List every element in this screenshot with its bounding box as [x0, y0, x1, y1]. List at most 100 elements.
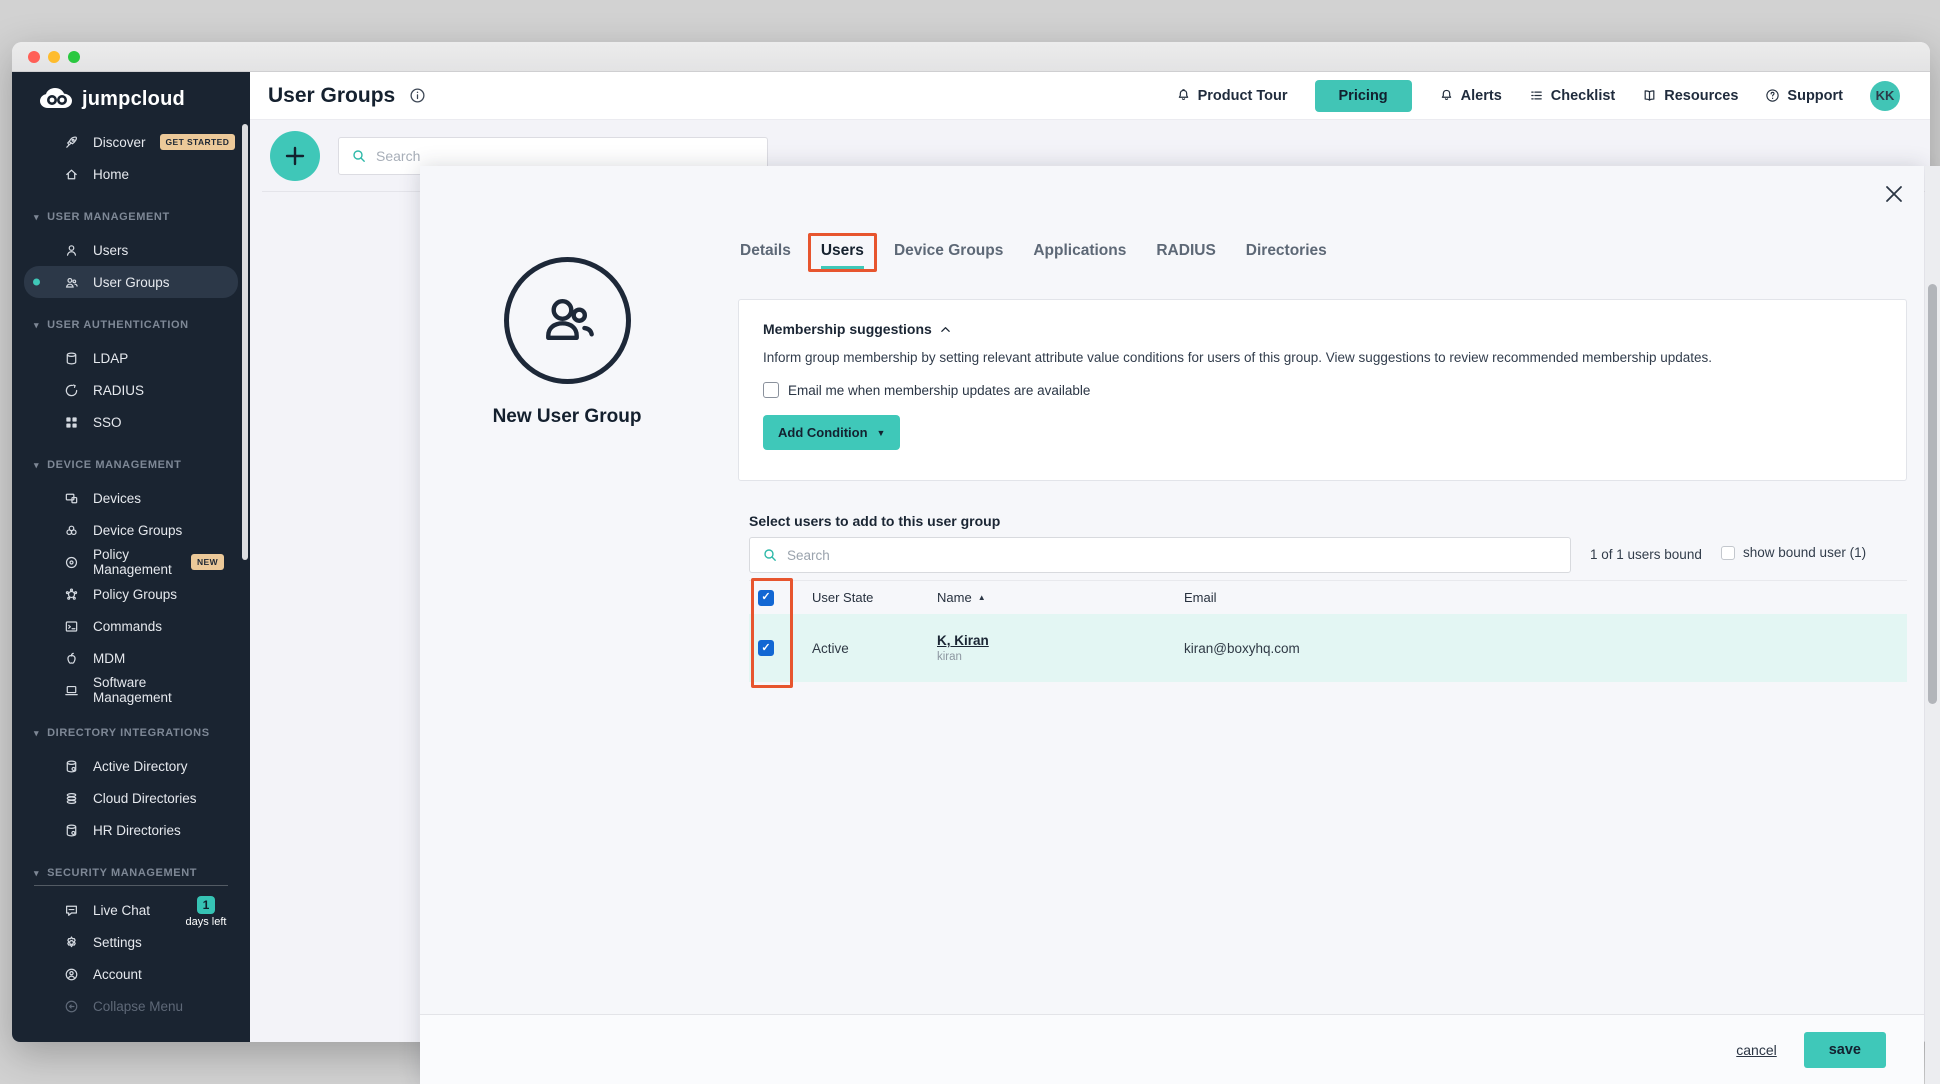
sidebar-item-discover[interactable]: Discover GET STARTED	[24, 126, 238, 158]
info-icon[interactable]	[409, 87, 426, 104]
alerts-button[interactable]: Alerts	[1439, 88, 1502, 104]
devices-icon	[64, 491, 79, 506]
window-scrollbar[interactable]	[1925, 166, 1940, 1084]
user-search-box[interactable]	[749, 537, 1571, 573]
email-updates-option: Email me when membership updates are ava…	[763, 382, 1882, 398]
user-state-cell: Active	[812, 641, 937, 656]
add-user-group-button[interactable]	[270, 131, 320, 181]
sidebar-item-label: LDAP	[93, 351, 128, 366]
sidebar-item-label: Discover	[93, 135, 146, 150]
row-checkbox[interactable]: ✓	[758, 640, 774, 656]
chevron-down-icon: ▾	[34, 460, 39, 471]
show-bound-label: show bound user (1)	[1743, 545, 1866, 560]
tab-device-groups[interactable]: Device Groups	[894, 242, 1003, 269]
sidebar-section-device-management[interactable]: ▾ DEVICE MANAGEMENT	[12, 448, 250, 482]
sidebar-section-directory-integrations[interactable]: ▾ DIRECTORY INTEGRATIONS	[12, 716, 250, 750]
close-icon[interactable]	[1882, 182, 1906, 206]
laptop-icon	[64, 683, 79, 698]
column-user-state[interactable]: User State	[812, 590, 937, 605]
save-button[interactable]: save	[1804, 1032, 1886, 1068]
select-users-title: Select users to add to this user group	[749, 513, 1000, 529]
table-row[interactable]: ✓ Active K, Kiran kiran kiran@boxyhq.com	[749, 614, 1907, 682]
sidebar-section-security-management[interactable]: ▾ SECURITY MANAGEMENT	[12, 856, 250, 885]
sidebar-item-software-management[interactable]: Software Management	[24, 674, 238, 706]
users-table: ✓ User State Name ▲ Email ✓ Active K,	[749, 580, 1907, 682]
sidebar-item-device-groups[interactable]: Device Groups	[24, 514, 238, 546]
sidebar-nav: Discover GET STARTED Home ▾ USER MANAGEM…	[12, 126, 250, 885]
sidebar-item-cloud-directories[interactable]: Cloud Directories	[24, 782, 238, 814]
tab-radius[interactable]: RADIUS	[1156, 242, 1215, 269]
tab-directories[interactable]: Directories	[1246, 242, 1327, 269]
page-title: User Groups	[268, 84, 395, 108]
sidebar-item-commands[interactable]: Commands	[24, 610, 238, 642]
group-avatar	[504, 257, 631, 384]
sidebar-item-mdm[interactable]: MDM	[24, 642, 238, 674]
minimize-window-button[interactable]	[48, 51, 60, 63]
support-button[interactable]: Support	[1765, 88, 1843, 104]
sidebar-item-home[interactable]: Home	[24, 158, 238, 190]
user-group-icon	[64, 275, 79, 290]
group-title: New User Group	[437, 406, 697, 428]
sidebar-item-policy-management[interactable]: Policy Management NEW	[24, 546, 238, 578]
user-search-input[interactable]	[787, 548, 1558, 563]
sidebar-section-user-authentication[interactable]: ▾ USER AUTHENTICATION	[12, 308, 250, 342]
checklist-button[interactable]: Checklist	[1529, 88, 1615, 104]
tour-bell-icon	[1176, 88, 1191, 103]
sidebar-item-label: HR Directories	[93, 823, 181, 838]
users-table-header: ✓ User State Name ▲ Email	[749, 580, 1907, 614]
sidebar-item-policy-groups[interactable]: Policy Groups	[24, 578, 238, 610]
show-bound-checkbox[interactable]	[1721, 546, 1735, 560]
column-name[interactable]: Name ▲	[937, 590, 1184, 605]
device-group-icon	[64, 523, 79, 538]
book-icon	[1642, 88, 1657, 103]
sidebar-item-sso[interactable]: SSO	[24, 406, 238, 438]
membership-suggestions-header[interactable]: Membership suggestions	[763, 321, 1882, 337]
sidebar-section-user-management[interactable]: ▾ USER MANAGEMENT	[12, 200, 250, 234]
panel-footer: cancel save	[420, 1014, 1924, 1084]
email-updates-label: Email me when membership updates are ava…	[788, 383, 1090, 398]
sidebar-item-settings[interactable]: Settings	[24, 926, 238, 958]
add-condition-button[interactable]: Add Condition ▼	[763, 415, 900, 450]
select-all-checkbox[interactable]: ✓	[758, 590, 774, 606]
sidebar-item-user-groups[interactable]: User Groups	[24, 266, 238, 298]
user-avatar[interactable]: KK	[1870, 81, 1900, 111]
tab-details[interactable]: Details	[740, 242, 791, 269]
close-window-button[interactable]	[28, 51, 40, 63]
home-icon	[64, 167, 79, 182]
zoom-window-button[interactable]	[68, 51, 80, 63]
user-name-link[interactable]: K, Kiran	[937, 633, 989, 648]
cloud-database-icon	[64, 791, 79, 806]
sidebar-item-label: Device Groups	[93, 523, 182, 538]
user-icon	[64, 243, 79, 258]
sidebar-item-active-directory[interactable]: Active Directory	[24, 750, 238, 782]
groups-search-input[interactable]	[376, 148, 755, 164]
column-email[interactable]: Email	[1184, 590, 1907, 605]
scrollbar-thumb[interactable]	[1928, 284, 1937, 704]
sidebar-item-label: Home	[93, 167, 129, 182]
get-started-badge: GET STARTED	[160, 134, 236, 150]
sidebar-item-account[interactable]: Account	[24, 958, 238, 990]
tab-users[interactable]: Users	[821, 242, 864, 269]
sidebar-item-label: Collapse Menu	[93, 999, 183, 1014]
sidebar-item-ldap[interactable]: LDAP	[24, 342, 238, 374]
chevron-down-icon: ▾	[34, 320, 39, 331]
email-updates-checkbox[interactable]	[763, 382, 779, 398]
sidebar-item-collapse-menu[interactable]: Collapse Menu	[24, 990, 238, 1022]
sidebar-item-label: Account	[93, 967, 142, 982]
sidebar-scrollbar[interactable]	[242, 124, 248, 560]
cancel-button[interactable]: cancel	[1736, 1042, 1776, 1058]
sidebar-item-users[interactable]: Users	[24, 234, 238, 266]
hr-database-icon	[64, 823, 79, 838]
sidebar-item-radius[interactable]: RADIUS	[24, 374, 238, 406]
sidebar-item-devices[interactable]: Devices	[24, 482, 238, 514]
resources-button[interactable]: Resources	[1642, 88, 1738, 104]
window-titlebar	[12, 42, 1930, 72]
tab-applications[interactable]: Applications	[1033, 242, 1126, 269]
trial-days-left: 1 days left	[176, 896, 236, 928]
jumpcloud-logo[interactable]: jumpcloud	[38, 86, 185, 112]
pricing-button[interactable]: Pricing	[1315, 80, 1412, 112]
sidebar-item-hr-directories[interactable]: HR Directories	[24, 814, 238, 846]
product-tour-button[interactable]: Product Tour	[1176, 88, 1288, 104]
search-icon	[351, 148, 367, 164]
sidebar-item-label: Policy Management	[93, 547, 177, 577]
